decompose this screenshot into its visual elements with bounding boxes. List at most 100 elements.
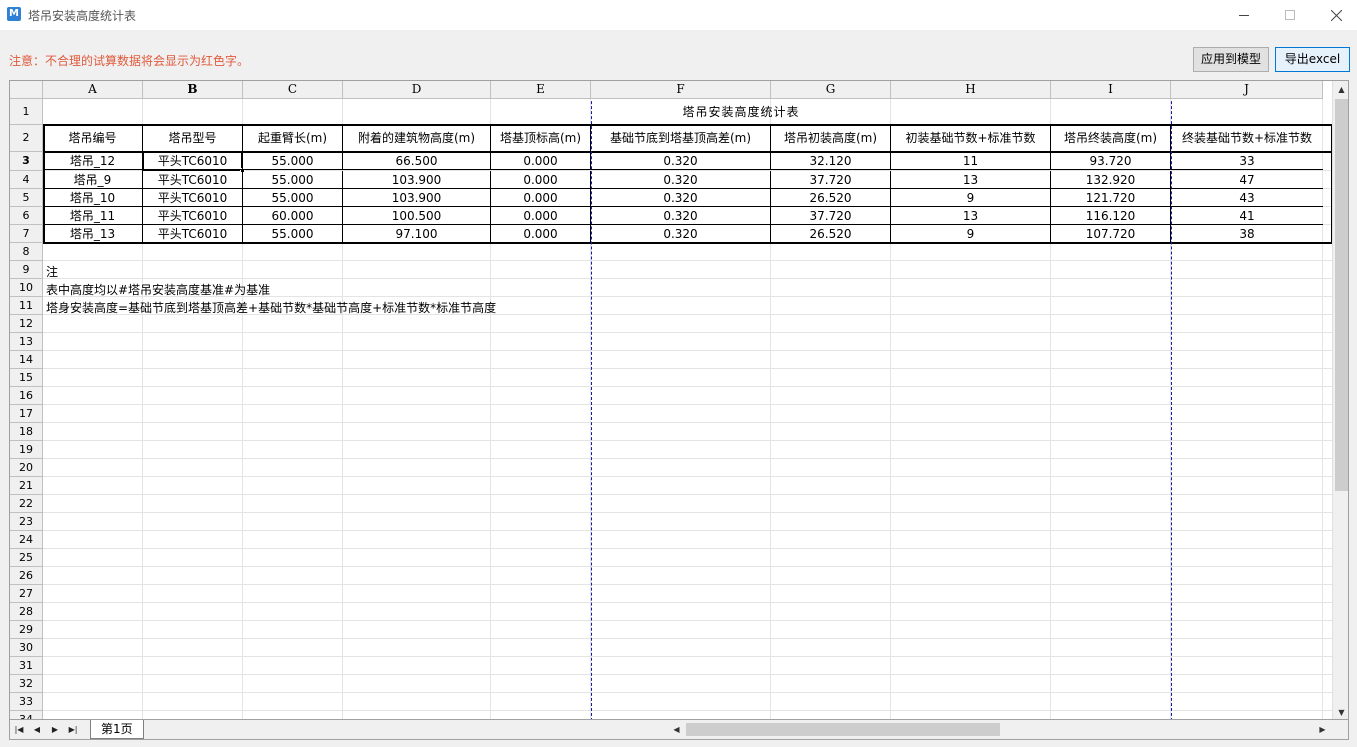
next-sheet-icon[interactable]: ▶: [48, 722, 62, 738]
table-cell[interactable]: 66.500: [343, 152, 491, 170]
row-header-22[interactable]: 22: [10, 495, 43, 513]
select-all-corner[interactable]: [10, 81, 43, 99]
table-cell[interactable]: 0.000: [491, 207, 591, 225]
table-cell[interactable]: 32.120: [771, 152, 891, 170]
row-header-24[interactable]: 24: [10, 531, 43, 549]
table-cell[interactable]: 13: [891, 207, 1051, 225]
horizontal-scroll-thumb[interactable]: [686, 723, 1000, 736]
table-cell[interactable]: 60.000: [243, 207, 343, 225]
table-cell[interactable]: 塔吊_13: [43, 225, 143, 243]
table-cell[interactable]: 0.320: [591, 152, 771, 170]
vertical-scroll-thumb[interactable]: [1335, 99, 1348, 491]
row-header-20[interactable]: 20: [10, 459, 43, 477]
table-header-cell[interactable]: 塔基顶标高(m): [491, 125, 591, 152]
table-cell[interactable]: 93.720: [1051, 152, 1171, 170]
column-header-f[interactable]: F: [591, 81, 771, 99]
table-header-cell[interactable]: 塔吊初装高度(m): [771, 125, 891, 152]
row-header-13[interactable]: 13: [10, 333, 43, 351]
table-cell[interactable]: 0.320: [591, 171, 771, 189]
scroll-right-icon[interactable]: ▶: [1314, 721, 1331, 738]
minimize-button[interactable]: [1221, 0, 1267, 30]
table-cell[interactable]: 132.920: [1051, 171, 1171, 189]
column-header-b[interactable]: B: [143, 81, 243, 99]
column-header-c[interactable]: C: [243, 81, 343, 99]
table-cell[interactable]: 38: [1171, 225, 1323, 243]
table-cell[interactable]: 97.100: [343, 225, 491, 243]
row-header-34[interactable]: 34: [10, 711, 43, 719]
table-header-cell[interactable]: 初装基础节数+标准节数: [891, 125, 1051, 152]
row-header-16[interactable]: 16: [10, 387, 43, 405]
row-header-31[interactable]: 31: [10, 657, 43, 675]
row-header-28[interactable]: 28: [10, 603, 43, 621]
column-header-j[interactable]: J: [1171, 81, 1323, 99]
row-header-29[interactable]: 29: [10, 621, 43, 639]
row-header-33[interactable]: 33: [10, 693, 43, 711]
column-header-g[interactable]: G: [771, 81, 891, 99]
table-cell[interactable]: 33: [1171, 152, 1323, 170]
row-header-25[interactable]: 25: [10, 549, 43, 567]
table-cell[interactable]: 41: [1171, 207, 1323, 225]
table-cell[interactable]: 103.900: [343, 189, 491, 207]
table-cell[interactable]: 26.520: [771, 189, 891, 207]
table-cell[interactable]: 0.000: [491, 225, 591, 243]
column-header-a[interactable]: A: [43, 81, 143, 99]
table-cell[interactable]: 0.320: [591, 189, 771, 207]
prev-sheet-icon[interactable]: ◀: [30, 722, 44, 738]
row-header-7[interactable]: 7: [10, 225, 43, 243]
table-cell[interactable]: 9: [891, 189, 1051, 207]
table-cell[interactable]: 平头TC6010: [143, 225, 243, 243]
table-cell[interactable]: 塔吊_9: [43, 171, 143, 189]
table-cell[interactable]: 116.120: [1051, 207, 1171, 225]
row-header-32[interactable]: 32: [10, 675, 43, 693]
row-header-18[interactable]: 18: [10, 423, 43, 441]
spreadsheet-grid[interactable]: 塔吊安装高度统计表 注 表中高度均以#塔吊安装高度基准#为基准 塔身安装高度=基…: [9, 80, 1349, 720]
row-header-15[interactable]: 15: [10, 369, 43, 387]
row-header-4[interactable]: 4: [10, 171, 43, 189]
table-cell[interactable]: 37.720: [771, 207, 891, 225]
first-sheet-icon[interactable]: |◀: [12, 722, 26, 738]
column-header-e[interactable]: E: [491, 81, 591, 99]
table-cell[interactable]: 47: [1171, 171, 1323, 189]
table-cell[interactable]: 103.900: [343, 171, 491, 189]
horizontal-scrollbar[interactable]: ◀ ▶: [668, 721, 1348, 738]
column-header-h[interactable]: H: [891, 81, 1051, 99]
scroll-left-icon[interactable]: ◀: [668, 721, 685, 738]
row-header-14[interactable]: 14: [10, 351, 43, 369]
column-header-d[interactable]: D: [343, 81, 491, 99]
scroll-up-icon[interactable]: ▲: [1333, 81, 1348, 98]
row-header-2[interactable]: 2: [10, 125, 43, 152]
table-cell[interactable]: 塔吊_11: [43, 207, 143, 225]
table-cell[interactable]: 11: [891, 152, 1051, 170]
table-cell[interactable]: 107.720: [1051, 225, 1171, 243]
table-cell[interactable]: 平头TC6010: [143, 207, 243, 225]
row-header-8[interactable]: 8: [10, 243, 43, 261]
row-header-12[interactable]: 12: [10, 315, 43, 333]
row-header-9[interactable]: 9: [10, 261, 43, 279]
table-cell[interactable]: 塔吊_12: [43, 152, 143, 170]
apply-to-model-button[interactable]: 应用到模型: [1193, 47, 1269, 72]
row-header-21[interactable]: 21: [10, 477, 43, 495]
row-header-17[interactable]: 17: [10, 405, 43, 423]
row-header-23[interactable]: 23: [10, 513, 43, 531]
table-cell[interactable]: 0.320: [591, 225, 771, 243]
maximize-button[interactable]: [1267, 0, 1313, 30]
row-header-11[interactable]: 11: [10, 297, 43, 315]
table-cell[interactable]: 平头TC6010: [143, 189, 243, 207]
row-header-10[interactable]: 10: [10, 279, 43, 297]
row-header-1[interactable]: 1: [10, 99, 43, 125]
vertical-scrollbar[interactable]: ▲ ▼: [1332, 81, 1348, 719]
column-header-i[interactable]: I: [1051, 81, 1171, 99]
table-cell[interactable]: 0.000: [491, 171, 591, 189]
table-cell[interactable]: 100.500: [343, 207, 491, 225]
table-cell[interactable]: 0.000: [491, 189, 591, 207]
table-cell[interactable]: 0.320: [591, 207, 771, 225]
close-button[interactable]: [1313, 0, 1357, 30]
table-header-cell[interactable]: 附着的建筑物高度(m): [343, 125, 491, 152]
table-header-cell[interactable]: 塔吊终装高度(m): [1051, 125, 1171, 152]
table-cell[interactable]: 9: [891, 225, 1051, 243]
table-cell[interactable]: 55.000: [243, 189, 343, 207]
sheet-tab-page1[interactable]: 第1页: [90, 720, 144, 739]
export-excel-button[interactable]: 导出excel: [1275, 47, 1350, 72]
table-cell[interactable]: 塔吊_10: [43, 189, 143, 207]
table-cell[interactable]: 43: [1171, 189, 1323, 207]
